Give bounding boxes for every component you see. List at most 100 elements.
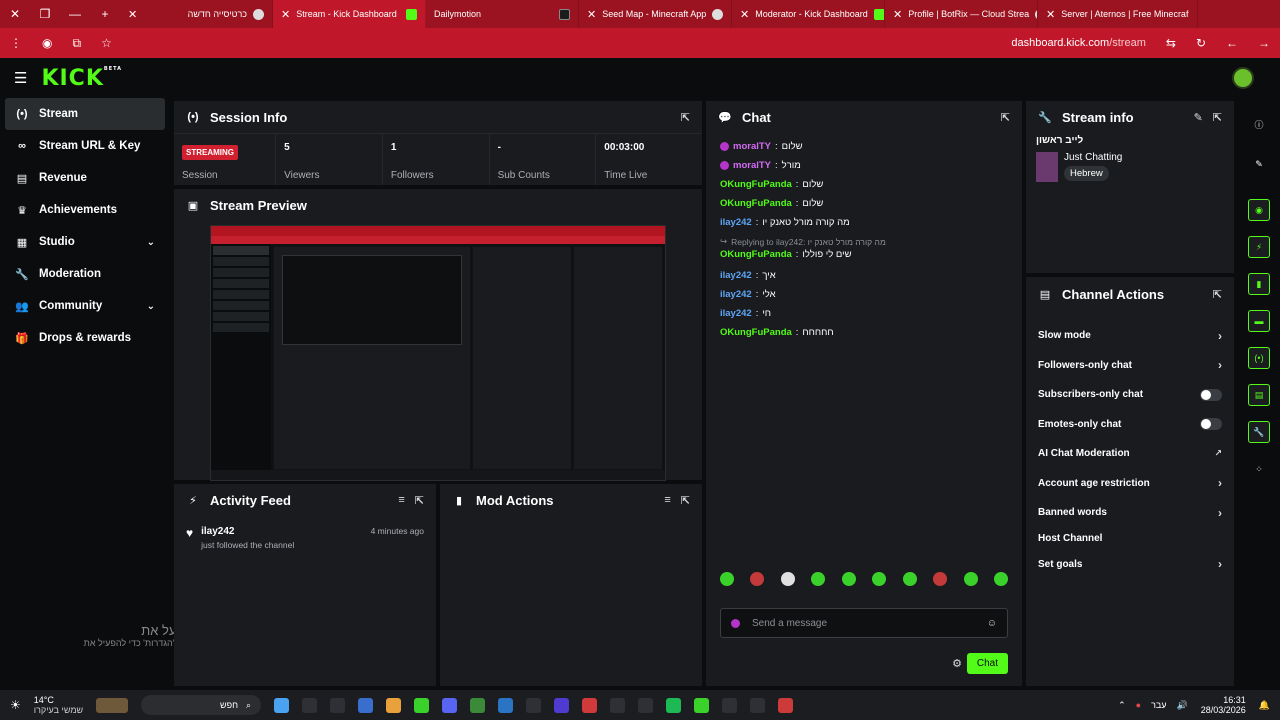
mic-icon[interactable]: ● [1136, 700, 1141, 710]
expand-icon[interactable]: ⇱ [681, 494, 690, 507]
app-icon[interactable] [750, 697, 766, 713]
sidebar-item-achievements[interactable]: ♛ Achievements [5, 194, 165, 226]
emote-icon[interactable] [902, 572, 917, 586]
back-icon[interactable]: ← [1226, 36, 1238, 50]
system-tray[interactable]: ⌃ ● עבר 🔊 [1118, 700, 1188, 711]
extensions-icon[interactable]: ⧉ [72, 36, 81, 51]
app-icon[interactable] [694, 697, 710, 713]
app-icon[interactable] [610, 697, 626, 713]
sidebar-item-studio[interactable]: ▦ Studio ⌄ [5, 226, 165, 258]
info-icon[interactable]: ⓘ [1248, 113, 1270, 135]
camera-icon[interactable]: ◉ [1248, 199, 1270, 221]
translate-icon[interactable]: ⇆ [1166, 36, 1176, 50]
pencil-icon[interactable]: ✎ [1194, 111, 1203, 124]
browser-tab-4[interactable]: ✕ Moderator - Kick Dashboard [732, 0, 885, 28]
minimize-window-icon[interactable]: — [60, 7, 90, 21]
sidebar-item-stream-url-key[interactable]: ∞ Stream URL & Key [5, 130, 165, 162]
broadcast-icon[interactable]: (•) [1248, 347, 1270, 369]
emote-icon[interactable] [872, 572, 887, 586]
action-set-goals[interactable]: Set goals › [1026, 550, 1234, 580]
filter-icon[interactable]: ≡ [398, 494, 404, 506]
browser-tab-3[interactable]: ✕ Seed Map - Minecraft App [579, 0, 732, 28]
gear-icon[interactable]: ⚙ [952, 657, 962, 670]
app-icon[interactable] [498, 697, 514, 713]
app-icon[interactable] [358, 697, 374, 713]
app-icon[interactable] [442, 697, 458, 713]
action-slow-mode[interactable]: Slow mode › [1026, 321, 1234, 351]
menu-dots-icon[interactable]: ⋮ [10, 36, 22, 50]
app-icon[interactable] [386, 697, 402, 713]
url-field[interactable]: dashboard.kick.com/stream [1011, 37, 1146, 49]
emoji-icon[interactable]: ☺ [987, 618, 997, 629]
chat-icon[interactable]: ▬ [1248, 310, 1270, 332]
action-subscribers-only[interactable]: Subscribers-only chat [1026, 380, 1234, 410]
browser-tab-0[interactable]: ✕ כרטיסייה חדשה [120, 0, 273, 28]
app-icon[interactable] [666, 697, 682, 713]
sidebar-item-community[interactable]: 👥 Community ⌄ [5, 290, 165, 322]
expand-icon[interactable]: ⇱ [681, 111, 690, 124]
sidebar-item-stream[interactable]: (•) Stream [5, 98, 165, 130]
reload-icon[interactable]: ↻ [1196, 36, 1206, 50]
user-avatar[interactable] [1232, 67, 1254, 89]
filter-icon[interactable]: ≡ [664, 494, 670, 506]
close-window-icon[interactable]: ✕ [0, 7, 30, 21]
forward-icon[interactable]: → [1258, 36, 1270, 50]
start-button[interactable] [274, 697, 290, 713]
language-indicator[interactable]: עבר [1151, 700, 1166, 710]
action-account-age[interactable]: Account age restriction › [1026, 469, 1234, 499]
notification-icon[interactable]: 🔔 [1259, 700, 1270, 711]
add-widget-icon[interactable]: ⁘ [1248, 458, 1270, 480]
emote-icon[interactable] [780, 572, 795, 586]
kick-logo[interactable]: KICKBETA [41, 66, 122, 91]
app-icon[interactable] [302, 697, 318, 713]
profile-icon[interactable]: ◉ [42, 36, 52, 50]
emote-icon[interactable] [933, 572, 948, 586]
emote-icon[interactable] [841, 572, 856, 586]
expand-icon[interactable]: ⇱ [415, 494, 424, 507]
browser-tab-6[interactable]: ✕ Server | Aternos | Free Minecraf [1038, 0, 1198, 28]
app-icon[interactable] [330, 697, 346, 713]
volume-icon[interactable]: 🔊 [1177, 700, 1188, 711]
browser-tab-5[interactable]: ✕ Profile | BotRix — Cloud Strea [885, 0, 1038, 28]
weather-widget[interactable]: 14°C שמשי בעיקרו [34, 695, 83, 715]
action-ai-moderation[interactable]: AI Chat Moderation ↗ [1026, 439, 1234, 469]
browser-tab-1[interactable]: ✕ Stream - Kick Dashboard [273, 0, 426, 28]
app-icon[interactable] [778, 697, 794, 713]
actions-icon[interactable]: ▤ [1248, 384, 1270, 406]
sidebar-item-revenue[interactable]: ▤ Revenue [5, 162, 165, 194]
pencil-icon[interactable]: ✎ [1248, 153, 1270, 175]
emote-icon[interactable] [811, 572, 826, 586]
stream-preview-video[interactable] [210, 225, 666, 481]
action-banned-words[interactable]: Banned words › [1026, 498, 1234, 528]
taskbar-search[interactable]: חפש ⌕ [141, 695, 262, 715]
app-icon[interactable] [470, 697, 486, 713]
app-icon[interactable] [96, 697, 129, 713]
app-icon[interactable] [638, 697, 654, 713]
action-host-channel[interactable]: Host Channel [1026, 528, 1234, 550]
app-icon[interactable] [722, 697, 738, 713]
app-icon[interactable] [554, 697, 570, 713]
sidebar-item-moderation[interactable]: 🔧 Moderation [5, 258, 165, 290]
toggle-switch[interactable] [1200, 418, 1222, 431]
toggle-switch[interactable] [1200, 388, 1222, 401]
new-tab-button[interactable]: + [90, 7, 120, 21]
sidebar-item-drops[interactable]: 🎁 Drops & rewards [5, 322, 165, 354]
app-icon[interactable] [526, 697, 542, 713]
emote-icon[interactable] [720, 572, 734, 586]
chat-input[interactable]: Send a message ☺ [720, 608, 1008, 638]
expand-icon[interactable]: ⇱ [1001, 111, 1010, 124]
send-chat-button[interactable]: Chat [966, 653, 1008, 674]
emote-icon[interactable] [993, 572, 1008, 586]
action-emotes-only[interactable]: Emotes-only chat [1026, 410, 1234, 440]
emote-icon[interactable] [750, 572, 765, 586]
expand-icon[interactable]: ⇱ [1213, 111, 1222, 124]
bookmark-star-icon[interactable]: ☆ [101, 36, 112, 50]
restore-window-icon[interactable]: ❐ [30, 7, 60, 21]
clock[interactable]: 16:31 28/03/2026 [1201, 695, 1246, 715]
chevron-up-icon[interactable]: ⌃ [1118, 700, 1126, 711]
wrench-icon[interactable]: 🔧 [1248, 421, 1270, 443]
document-icon[interactable]: ▮ [1248, 273, 1270, 295]
expand-icon[interactable]: ⇱ [1213, 288, 1222, 301]
app-icon[interactable] [414, 697, 430, 713]
emote-icon[interactable] [963, 572, 978, 586]
